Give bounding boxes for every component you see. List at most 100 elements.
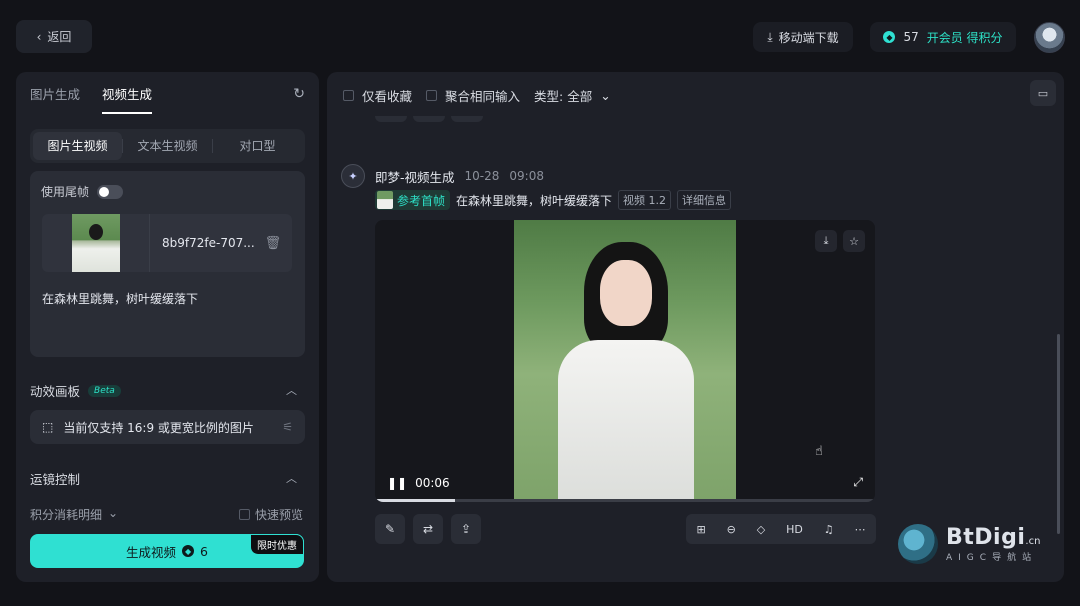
video-tools: ⤓ ☆ [815, 230, 865, 252]
favorites-filter[interactable]: 仅看收藏 [343, 86, 412, 105]
vip-label: 开会员 得积分 [926, 30, 1003, 45]
reset-icon[interactable]: ↻ [293, 86, 305, 102]
camera-control-title: 运镜控制 [30, 469, 80, 488]
camera-control-label: 运镜控制 [30, 472, 81, 487]
credit-coin-icon: ◆ [182, 545, 195, 557]
credits-vip-button[interactable]: ◆ 57 开会员 得积分 [870, 22, 1016, 52]
reference-frame-chip[interactable]: 参考首帧 [375, 190, 451, 210]
download-icon: ⤓ [767, 29, 773, 44]
tail-frame-toggle[interactable] [97, 184, 124, 199]
file-name: 8b9f72fe-707... [162, 236, 255, 250]
more-icon[interactable]: ⋯ [855, 523, 866, 536]
folder-button[interactable]: ▭ [1030, 80, 1056, 106]
merge-checkbox[interactable] [426, 90, 438, 101]
generation-tabs: 图片生成 视频生成 [30, 84, 153, 114]
chevron-up-icon[interactable]: ︿ [286, 470, 297, 486]
pause-icon[interactable]: ❚❚ [387, 476, 407, 490]
segment-lip-sync[interactable]: 对口型 [213, 132, 302, 160]
folder-icon: ▭ [1037, 86, 1049, 100]
beta-badge: Beta [88, 384, 121, 397]
generation-time: 09:08 [509, 169, 544, 183]
watermark-text: BtDigi.cn AIGC导航站 [946, 525, 1040, 563]
video-subject-face [600, 260, 652, 326]
mobile-download-button[interactable]: ⤓ 移动端下载 [753, 22, 853, 52]
model-tag: 视频 1.2 [618, 190, 672, 210]
interpolate-icon[interactable]: ◇ [757, 523, 765, 536]
video-frame [514, 220, 736, 500]
points-detail-dropdown[interactable]: 积分消耗明细 ⌄ [30, 506, 118, 523]
prompt-input[interactable]: 在森林里跳舞，树叶缓缓落下 [42, 290, 198, 307]
video-player[interactable]: ⤓ ☆ ❚❚ 00:06 ⤢ ☝ [375, 220, 875, 502]
video-actions-left: ✎ ⇄ ⇪ [375, 514, 481, 544]
download-icon[interactable]: ⤓ [815, 230, 837, 252]
watermark-suffix: .cn [1025, 536, 1041, 547]
fast-preview-checkbox[interactable] [238, 509, 250, 520]
generate-video-button[interactable]: 生成视频 ◆ 6 限时优惠 [30, 534, 304, 568]
video-subject-dress [558, 340, 694, 500]
generation-source: 即梦-视频生成 [375, 169, 455, 185]
effect-board-label: 动效画板 [30, 384, 81, 399]
fast-preview-label: 快速预览 [254, 508, 303, 522]
generation-header: ✦ 即梦-视频生成 10-28 09:08 [341, 164, 544, 188]
segment-text-to-video[interactable]: 文本生视频 [123, 132, 212, 160]
watermark-title: BtDigi [946, 525, 1026, 550]
credit-count: 57 [903, 30, 919, 44]
effect-board-box[interactable]: ⬚ 当前仅支持 16:9 或更宽比例的图片 ⚟ [30, 410, 305, 444]
loop-icon[interactable]: ⊖ [727, 523, 736, 536]
timecode: 00:06 [415, 476, 450, 490]
type-dropdown[interactable]: 类型: 全部 ⌄ [534, 86, 611, 105]
watermark: BtDigi.cn AIGC导航站 [898, 524, 1040, 564]
previous-item-actions [375, 116, 483, 122]
regenerate-icon[interactable]: ⇄ [413, 514, 443, 544]
extend-icon[interactable]: ⊞ [696, 523, 705, 536]
edit-icon[interactable]: ✎ [375, 514, 405, 544]
reference-label: 参考首帧 [397, 193, 446, 208]
promo-badge: 限时优惠 [250, 534, 304, 555]
filter-bar: 仅看收藏 聚合相同输入 类型: 全部 ⌄ [343, 86, 611, 105]
mobile-download-label: 移动端下载 [778, 30, 839, 45]
results-panel: 仅看收藏 聚合相同输入 类型: 全部 ⌄ ▭ ✦ 即梦-视频生成 10-28 0… [327, 72, 1064, 582]
hd-button[interactable]: HD [786, 523, 803, 536]
fast-preview-option[interactable]: 快速预览 [238, 506, 303, 523]
favorites-checkbox[interactable] [343, 90, 354, 101]
chevron-up-icon[interactable]: ︿ [286, 382, 297, 398]
generation-prompt: 在森林里跳舞，树叶缓缓落下 [456, 193, 613, 208]
generate-label: 生成视频 [126, 544, 177, 560]
sliders-icon: ⚟ [282, 420, 293, 434]
watermark-subtitle: AIGC导航站 [946, 553, 1038, 563]
tail-frame-label: 使用尾帧 [41, 185, 90, 199]
uploaded-image[interactable]: 8b9f72fe-707... 🗑 [42, 214, 292, 272]
back-button[interactable]: ‹ 返回 [16, 20, 92, 53]
ghost-chip [413, 116, 445, 122]
thumbnail-wrap [42, 214, 150, 272]
merge-filter[interactable]: 聚合相同输入 [426, 86, 520, 105]
fullscreen-icon[interactable]: ⤢ [853, 475, 863, 490]
ghost-chip [375, 116, 407, 122]
type-label: 类型: 全部 [534, 89, 593, 104]
segment-image-to-video[interactable]: 图片生视频 [33, 132, 122, 160]
video-mode-segments: 图片生视频 文本生视频 对口型 [30, 129, 305, 163]
music-icon[interactable]: ♫ [824, 523, 834, 536]
effect-hint: 当前仅支持 16:9 或更宽比例的图片 [63, 420, 254, 435]
avatar[interactable] [1034, 22, 1065, 53]
star-icon[interactable]: ☆ [843, 230, 865, 252]
detail-tag[interactable]: 详细信息 [677, 190, 732, 210]
back-label: 返回 [47, 30, 72, 44]
share-icon[interactable]: ⇪ [451, 514, 481, 544]
generation-date: 10-28 [464, 169, 500, 183]
points-detail-label: 积分消耗明细 [30, 508, 103, 522]
chevron-down-icon: ⌄ [108, 506, 119, 520]
favorites-label: 仅看收藏 [362, 89, 413, 104]
tab-video-generation[interactable]: 视频生成 [102, 84, 153, 114]
trash-icon[interactable]: 🗑 [265, 236, 282, 251]
effect-board-title: 动效画板 Beta [30, 381, 121, 400]
scrollbar[interactable] [1057, 334, 1060, 534]
dreamina-logo-icon: ✦ [341, 164, 365, 188]
merge-label: 聚合相同输入 [445, 89, 521, 104]
chevron-down-icon: ⌄ [600, 88, 611, 103]
video-progress-bar[interactable] [375, 499, 875, 502]
video-actions-right: ⊞ ⊖ ◇ HD ♫ ⋯ [686, 514, 876, 544]
tail-frame-row: 使用尾帧 [41, 183, 124, 200]
tab-image-generation[interactable]: 图片生成 [30, 84, 80, 114]
credit-coin-icon: ◆ [883, 31, 896, 43]
